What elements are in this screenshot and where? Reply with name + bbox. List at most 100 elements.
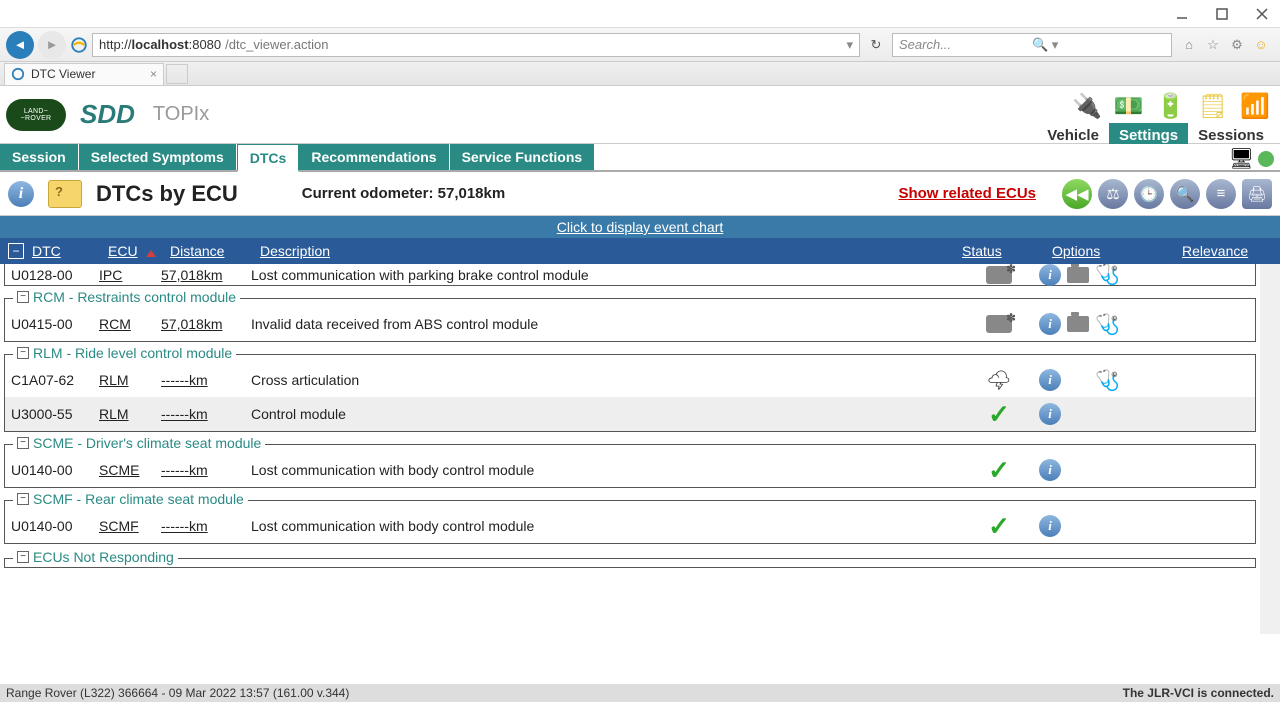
scroll-down-button[interactable]: ▼ — [1262, 616, 1278, 634]
expand-icon[interactable]: − — [17, 291, 29, 303]
stethoscope-option-icon[interactable]: 🩺 — [1095, 264, 1120, 287]
table-row[interactable]: U0415-00RCM57,018kmInvalid data received… — [5, 307, 1255, 341]
maximize-button[interactable] — [1212, 4, 1232, 24]
expand-icon[interactable]: − — [17, 347, 29, 359]
camera-option-icon[interactable] — [1067, 316, 1089, 332]
col-dtc[interactable]: DTC — [32, 243, 108, 259]
note-icon[interactable]: 🗒 — [1198, 92, 1228, 121]
event-chart-link[interactable]: Click to display event chart — [0, 216, 1280, 238]
rss-icon[interactable]: 📶 — [1240, 92, 1270, 121]
expand-icon[interactable]: − — [17, 437, 29, 449]
browser-tab[interactable]: DTC Viewer × — [4, 63, 164, 85]
address-bar[interactable]: http://localhost:8080/dtc_viewer.action … — [92, 33, 860, 57]
table-row[interactable]: U0128-00 IPC 57,018km Lost communication… — [4, 264, 1256, 286]
cell-ecu[interactable]: IPC — [99, 267, 161, 283]
cell-distance[interactable]: 57,018km — [161, 316, 251, 332]
forward-button[interactable]: ► — [38, 31, 66, 59]
info-option-icon[interactable]: i — [1039, 459, 1061, 481]
cell-distance[interactable]: ------km — [161, 372, 251, 388]
dtc-table-body: ▲ ▼ U0128-00 IPC 57,018km Lost communica… — [0, 264, 1280, 634]
info-option-icon[interactable]: i — [1039, 264, 1061, 286]
refresh-button[interactable]: ↻ — [864, 37, 888, 53]
tab-symptoms[interactable]: Selected Symptoms — [79, 144, 237, 170]
new-tab-button[interactable] — [166, 64, 188, 84]
tab-recommendations[interactable]: Recommendations — [299, 144, 449, 170]
tab-close-icon[interactable]: × — [150, 67, 157, 81]
cell-ecu[interactable]: RLM — [99, 372, 161, 388]
col-distance[interactable]: Distance — [170, 243, 260, 259]
table-row[interactable]: U0140-00SCME------kmLost communication w… — [5, 453, 1255, 487]
cell-ecu[interactable]: RLM — [99, 406, 161, 422]
money-icon[interactable]: 💵 — [1114, 92, 1144, 121]
search-action-icon[interactable]: 🔍 — [1170, 179, 1200, 209]
expand-icon[interactable]: − — [17, 551, 29, 563]
col-status[interactable]: Status — [962, 243, 1052, 259]
connector-icon[interactable]: 🔌 — [1072, 92, 1102, 121]
group-label[interactable]: −RLM - Ride level control module — [13, 345, 236, 361]
status-bar: Range Rover (L322) 366664 - 09 Mar 2022 … — [0, 684, 1280, 702]
cell-description: Lost communication with parking brake co… — [251, 267, 959, 283]
tab-session[interactable]: Session — [0, 144, 79, 170]
group-label[interactable]: −RCM - Restraints control module — [13, 289, 240, 305]
tools-icon[interactable]: ⚙ — [1228, 37, 1246, 53]
cell-description: Control module — [251, 406, 959, 422]
group-label[interactable]: −SCMF - Rear climate seat module — [13, 491, 248, 507]
scroll-up-button[interactable]: ▲ — [1262, 264, 1278, 282]
table-row[interactable]: U3000-55RLM------kmControl module✓i — [5, 397, 1255, 431]
url-dropdown-icon[interactable]: ▾ — [846, 37, 853, 53]
col-relevance[interactable]: Relevance — [1182, 243, 1272, 259]
balance-icon[interactable]: ⚖ — [1098, 179, 1128, 209]
expand-icon[interactable]: − — [17, 493, 29, 505]
cell-dtc: U0128-00 — [11, 267, 99, 283]
info-option-icon[interactable]: i — [1039, 515, 1061, 537]
list-icon[interactable]: ≡ — [1206, 179, 1236, 209]
tab-strip: DTC Viewer × — [0, 62, 1280, 86]
cell-ecu[interactable]: SCMF — [99, 518, 161, 534]
clock-icon[interactable]: 🕒 — [1134, 179, 1164, 209]
group-label[interactable]: − ECUs Not Responding — [13, 549, 178, 565]
info-option-icon[interactable]: i — [1039, 403, 1061, 425]
folder-icon[interactable] — [48, 180, 82, 208]
group-label[interactable]: −SCME - Driver's climate seat module — [13, 435, 265, 451]
search-box[interactable]: Search... 🔍 ▾ — [892, 33, 1172, 57]
info-option-icon[interactable]: i — [1039, 313, 1061, 335]
topix-label[interactable]: TOPIx — [153, 103, 209, 126]
monitor-icon[interactable]: 🖥 — [1229, 146, 1254, 171]
table-row[interactable]: C1A07-62RLM------kmCross articulation🌩i🩺 — [5, 363, 1255, 397]
back-button[interactable]: ◄ — [6, 31, 34, 59]
minimize-button[interactable] — [1172, 4, 1192, 24]
url-port: :8080 — [189, 37, 222, 52]
info-icon[interactable]: i — [8, 181, 34, 207]
cell-ecu[interactable]: RCM — [99, 316, 161, 332]
info-option-icon[interactable]: i — [1039, 369, 1061, 391]
table-row[interactable]: U0140-00SCMF------kmLost communication w… — [5, 509, 1255, 543]
cloud-icon: 🌩 — [986, 368, 1011, 393]
search-icon[interactable]: 🔍 ▾ — [1032, 37, 1165, 53]
cell-status — [959, 266, 1039, 284]
tab-service-functions[interactable]: Service Functions — [450, 144, 596, 170]
cell-distance[interactable]: ------km — [161, 462, 251, 478]
stethoscope-option-icon[interactable]: 🩺 — [1095, 368, 1120, 393]
cell-options: i🩺 — [1039, 368, 1169, 393]
tab-title: DTC Viewer — [31, 67, 95, 81]
show-related-link[interactable]: Show related ECUs — [898, 185, 1036, 202]
print-icon[interactable]: 🖨 — [1242, 179, 1272, 209]
tab-dtcs[interactable]: DTCs — [237, 144, 300, 172]
cell-description: Lost communication with body control mod… — [251, 462, 959, 478]
favorites-icon[interactable]: ☆ — [1204, 37, 1222, 53]
battery-icon[interactable]: 🔋 — [1156, 92, 1186, 121]
section-header: i DTCs by ECU Current odometer: 57,018km… — [0, 172, 1280, 216]
cell-distance[interactable]: 57,018km — [161, 267, 251, 283]
rewind-icon[interactable]: ◀◀ — [1062, 179, 1092, 209]
cell-ecu[interactable]: SCME — [99, 462, 161, 478]
home-icon[interactable]: ⌂ — [1180, 37, 1198, 53]
collapse-all-button[interactable]: − — [8, 243, 24, 259]
smiley-icon[interactable]: ☺ — [1252, 37, 1270, 53]
cell-distance[interactable]: ------km — [161, 406, 251, 422]
stethoscope-option-icon[interactable]: 🩺 — [1095, 312, 1120, 337]
close-button[interactable] — [1252, 4, 1272, 24]
camera-option-icon[interactable] — [1067, 267, 1089, 283]
col-description[interactable]: Description — [260, 243, 962, 259]
col-ecu[interactable]: ECU — [108, 243, 170, 259]
cell-distance[interactable]: ------km — [161, 518, 251, 534]
